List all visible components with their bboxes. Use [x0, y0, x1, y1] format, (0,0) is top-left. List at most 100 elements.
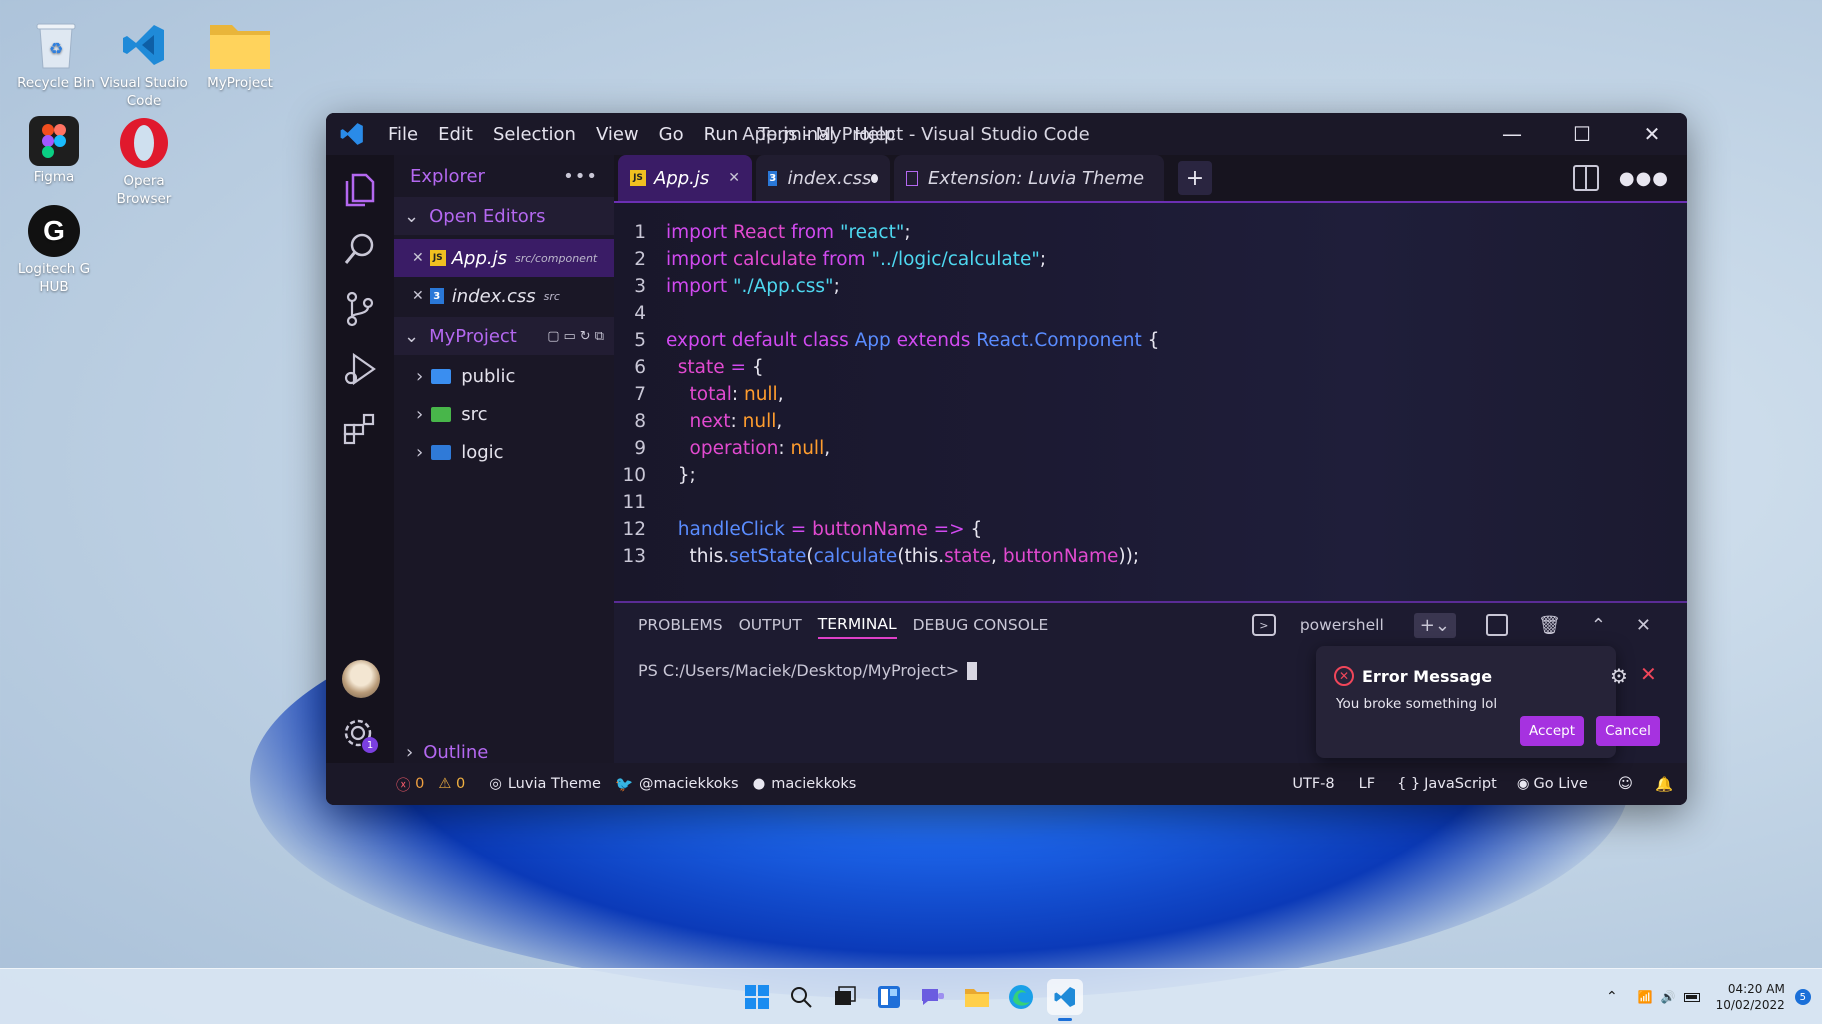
new-tab-button[interactable]: + [1178, 161, 1212, 195]
minimize-button[interactable]: — [1477, 113, 1547, 155]
notification-count-badge[interactable]: 5 [1794, 989, 1811, 1005]
desktop-icon-figma[interactable]: Figma [8, 116, 100, 186]
new-file-icon[interactable]: ▢ [547, 329, 563, 344]
toast-close-icon[interactable]: ✕ [1640, 662, 1657, 686]
shell-name[interactable]: powershell [1300, 612, 1384, 638]
menu-edit[interactable]: Edit [438, 124, 473, 145]
notifications-bell-icon[interactable]: 🔔 [1655, 776, 1673, 793]
refresh-icon[interactable]: ↻ [580, 329, 595, 344]
settings-badge: 1 [362, 737, 378, 753]
edge-browser-icon[interactable] [1003, 979, 1039, 1015]
window-controls: — ☐ ✕ [1477, 113, 1687, 155]
widgets-icon[interactable] [871, 979, 907, 1015]
desktop-icon-recycle-bin[interactable]: ♻ Recycle Bin [10, 18, 102, 92]
eol-status[interactable]: LF [1359, 776, 1375, 792]
file-explorer-icon[interactable] [959, 979, 995, 1015]
menu-view[interactable]: View [596, 124, 639, 145]
more-actions-icon[interactable]: ●●● [1619, 168, 1669, 189]
folder-public[interactable]: › public [394, 357, 614, 395]
split-editor-icon[interactable] [1572, 165, 1599, 191]
desktop-icon-opera[interactable]: Opera Browser [98, 116, 190, 208]
search-activity-icon[interactable] [326, 219, 394, 279]
tab-extension-luvia[interactable]: Extension: Luvia Theme [894, 155, 1164, 201]
code-view[interactable]: 1 import React from "react"; 2 import calc… [614, 203, 1687, 570]
theme-status[interactable]: ◎ Luvia Theme [489, 776, 601, 792]
menu-help[interactable]: Help [854, 124, 895, 145]
maximize-panel-icon[interactable]: ⌃ [1591, 611, 1606, 640]
project-section[interactable]: ⌄ MyProject ▢▭↻⧉ [394, 317, 614, 355]
menu-terminal[interactable]: Terminal [758, 124, 834, 145]
menu-file[interactable]: File [388, 124, 418, 145]
terminal-shell-icon: > [1251, 614, 1276, 636]
code-line: 4 [634, 303, 646, 324]
new-terminal-button[interactable]: +⌄ [1413, 612, 1456, 638]
menu-run[interactable]: Run [704, 124, 739, 145]
battery-icon[interactable] [1683, 992, 1700, 1002]
tab-output[interactable]: OUTPUT [739, 612, 802, 638]
go-live-status[interactable]: ◉ Go Live [1517, 776, 1588, 792]
tab-label: Extension: Luvia Theme [928, 167, 1145, 189]
more-actions-icon[interactable]: ••• [563, 166, 598, 187]
start-button[interactable] [739, 979, 775, 1015]
errors-status[interactable]: ⓧ 0 [396, 774, 424, 795]
run-debug-activity-icon[interactable] [326, 339, 394, 399]
close-icon[interactable]: ✕ [412, 250, 424, 266]
maximize-button[interactable]: ☐ [1547, 113, 1617, 155]
chevron-right-icon: › [416, 403, 424, 425]
terminal-controls: > powershell +⌄ 🗑 ⌃ ✕ [1251, 607, 1667, 644]
desktop-icon-myproject[interactable]: MyProject [194, 18, 286, 92]
warnings-status[interactable]: ⚠ 0 [438, 776, 465, 792]
task-view-icon[interactable] [827, 979, 863, 1015]
avatar[interactable] [342, 660, 380, 698]
open-editor-index-css[interactable]: ✕ 3 index.css src [394, 277, 614, 315]
trash-icon[interactable]: 🗑 [1538, 611, 1561, 640]
teams-chat-icon[interactable] [915, 979, 951, 1015]
tab-terminal[interactable]: TERMINAL [817, 611, 897, 639]
tab-app-js[interactable]: JS App.js ✕ [618, 155, 752, 201]
tab-debug-console[interactable]: DEBUG CONSOLE [913, 612, 1049, 638]
active-app-indicator [1058, 1018, 1072, 1021]
explorer-activity-icon[interactable] [326, 159, 394, 219]
source-control-activity-icon[interactable] [326, 279, 394, 339]
encoding-status[interactable]: UTF-8 [1292, 776, 1334, 792]
new-folder-icon[interactable]: ▭ [564, 329, 580, 344]
feedback-icon[interactable]: ☺ [1618, 776, 1633, 792]
toast-settings-icon[interactable]: ⚙ [1610, 664, 1628, 688]
close-window-button[interactable]: ✕ [1617, 113, 1687, 155]
unsaved-dot-icon[interactable] [871, 173, 878, 183]
close-icon[interactable]: ✕ [412, 288, 424, 304]
taskbar-vscode-icon[interactable] [1047, 979, 1083, 1021]
collapse-all-icon[interactable]: ⧉ [595, 329, 608, 344]
twitter-status[interactable]: 🐦 @maciekkoks [615, 776, 739, 793]
open-editor-path: src/component [515, 251, 598, 265]
clock[interactable]: 04:20 AM 10/02/2022 [1716, 981, 1785, 1013]
menu-go[interactable]: Go [659, 124, 684, 145]
folder-logic[interactable]: › logic [394, 433, 614, 471]
language-status[interactable]: { } JavaScript [1397, 776, 1497, 792]
desktop-icon-logitech[interactable]: G Logitech G HUB [8, 204, 100, 296]
menu-selection[interactable]: Selection [493, 124, 576, 145]
volume-icon[interactable]: 🔊 [1661, 990, 1676, 1004]
desktop-icon-vscode[interactable]: Visual Studio Code [98, 18, 190, 110]
code-line: 1 import React from "react"; [634, 222, 911, 243]
project-label: MyProject [429, 325, 517, 347]
close-panel-icon[interactable]: ✕ [1636, 611, 1651, 640]
toast-title: Error Message [1362, 667, 1493, 686]
tab-problems[interactable]: PROBLEMS [638, 612, 723, 638]
tray-overflow-icon[interactable]: ⌃ [1606, 989, 1618, 1005]
folder-src[interactable]: › src [394, 395, 614, 433]
chevron-right-icon: › [406, 741, 414, 763]
open-editor-app-js[interactable]: ✕ JS App.js src/component [394, 239, 614, 277]
extensions-activity-icon[interactable] [326, 399, 394, 459]
tab-index-css[interactable]: 3 index.css [756, 155, 890, 201]
accept-button[interactable]: Accept [1520, 716, 1584, 746]
settings-gear-icon[interactable]: 1 [340, 715, 380, 755]
github-status[interactable]: ● maciekkoks [753, 776, 857, 792]
wifi-icon[interactable]: 📶 [1638, 990, 1653, 1004]
cancel-button[interactable]: Cancel [1596, 716, 1660, 746]
taskbar-search-icon[interactable] [783, 979, 819, 1015]
open-editors-section[interactable]: ⌄ Open Editors [394, 197, 614, 235]
twitter-icon: 🐦 [614, 776, 634, 793]
split-terminal-icon[interactable] [1485, 614, 1508, 636]
close-tab-icon[interactable]: ✕ [728, 170, 740, 186]
